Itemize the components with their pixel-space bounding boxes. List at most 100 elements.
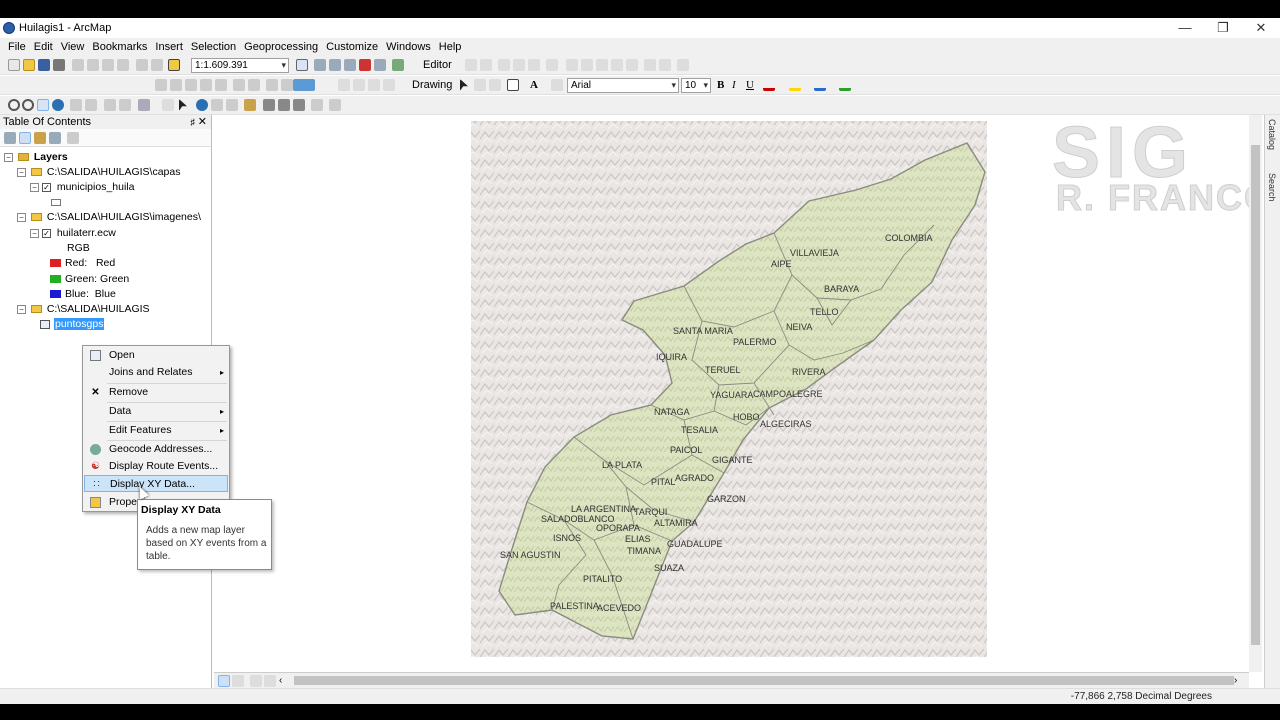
layout-tool-12-icon[interactable] [368, 79, 380, 91]
open-folder-icon[interactable] [23, 59, 35, 71]
map-scale-combo[interactable]: 1:1.609.391 [191, 58, 289, 73]
list-by-visibility-icon[interactable] [34, 132, 46, 144]
toc-close-icon[interactable]: ✕ [198, 115, 207, 129]
list-by-source-icon[interactable] [19, 132, 31, 144]
layers-root[interactable]: − Layers [4, 150, 68, 165]
layout-tool-6-icon[interactable] [233, 79, 245, 91]
back-extent-icon[interactable] [104, 99, 116, 111]
catalog-tab[interactable]: Catalog [1267, 119, 1277, 150]
layer-huilaterr[interactable]: − ✓ huilaterr.ecw [30, 226, 116, 241]
bold-button[interactable]: B [717, 79, 724, 91]
menu-item-display-xy-data[interactable]: ∷ Display XY Data... [84, 475, 228, 492]
marker-color-icon[interactable] [839, 79, 851, 91]
html-popup-icon[interactable] [226, 99, 238, 111]
forward-extent-icon[interactable] [119, 99, 131, 111]
collapse-icon[interactable]: − [17, 212, 26, 222]
menu-item-remove[interactable]: ✕ Remove [84, 384, 228, 401]
zoom-whole-page-icon[interactable] [489, 79, 501, 91]
select-features-icon[interactable] [138, 99, 150, 111]
fixed-zoom-out-icon[interactable] [85, 99, 97, 111]
list-by-drawing-order-icon[interactable] [4, 132, 16, 144]
straight-segment-icon[interactable] [498, 59, 510, 71]
menu-edit[interactable]: Edit [34, 41, 53, 53]
editor-menu[interactable]: Editor [423, 59, 452, 71]
add-data-icon[interactable] [168, 59, 180, 71]
layout-tool-11-icon[interactable] [353, 79, 365, 91]
menu-item-route-events[interactable]: ☯ Display Route Events... [84, 458, 228, 475]
selected-table-name[interactable]: puntosgps [54, 318, 105, 330]
table-of-contents-icon[interactable] [314, 59, 326, 71]
menu-file[interactable]: File [8, 41, 26, 53]
layout-tool-2-icon[interactable] [170, 79, 182, 91]
rectangle-icon[interactable] [507, 79, 519, 91]
band-blue[interactable]: Blue: Blue [50, 287, 116, 302]
cut-polygons-icon[interactable] [611, 59, 623, 71]
identify-icon[interactable] [196, 99, 208, 111]
cut-icon[interactable] [72, 59, 84, 71]
modelbuilder-icon[interactable] [392, 59, 404, 71]
clear-selection-icon[interactable] [162, 99, 174, 111]
layout-tool-13-icon[interactable] [383, 79, 395, 91]
editor-toolbar-toggle-icon[interactable] [296, 59, 308, 71]
scrollbar-thumb[interactable] [1251, 145, 1260, 645]
menu-item-data[interactable]: Data ▸ [84, 403, 228, 420]
source-folder-huilagis[interactable]: − C:\SALIDA\HUILAGIS [17, 302, 150, 317]
pin-icon[interactable]: ♯ [191, 115, 196, 129]
pan-icon[interactable] [37, 99, 49, 111]
measure-icon[interactable] [244, 99, 256, 111]
menu-geoprocessing[interactable]: Geoprocessing [244, 41, 318, 53]
edit-vertices-icon[interactable] [551, 79, 563, 91]
font-color-icon[interactable] [763, 79, 775, 91]
layout-tool-7-icon[interactable] [248, 79, 260, 91]
menu-item-joins-relates[interactable]: Joins and Relates ▸ [84, 364, 228, 381]
horizontal-scrollbar-thumb[interactable] [294, 676, 1234, 685]
table-puntosgps[interactable]: puntosgps [40, 317, 105, 332]
select-elements-pointer-icon[interactable] [179, 99, 187, 111]
menu-view[interactable]: View [61, 41, 85, 53]
fixed-zoom-in-icon[interactable] [70, 99, 82, 111]
delete-icon[interactable] [117, 59, 129, 71]
point-icon[interactable] [546, 59, 558, 71]
menu-windows[interactable]: Windows [386, 41, 431, 53]
menu-customize[interactable]: Customize [326, 41, 378, 53]
catalog-window-icon[interactable] [329, 59, 341, 71]
line-color-icon[interactable] [814, 79, 826, 91]
close-button[interactable]: ✕ [1242, 18, 1280, 38]
attributes-icon[interactable] [644, 59, 656, 71]
layout-tool-5-icon[interactable] [215, 79, 227, 91]
underline-button[interactable]: U [746, 79, 754, 91]
redo-icon[interactable] [151, 59, 163, 71]
text-tool-icon[interactable]: A [530, 79, 538, 91]
menu-bookmarks[interactable]: Bookmarks [92, 41, 147, 53]
source-folder-imagenes[interactable]: − C:\SALIDA\HUILAGIS\imagenes\ [17, 210, 201, 225]
source-folder-capas[interactable]: − C:\SALIDA\HUILAGIS\capas [17, 165, 180, 180]
search-tab[interactable]: Search [1267, 173, 1277, 202]
sketch-properties-icon[interactable] [659, 59, 671, 71]
layout-tool-8-icon[interactable] [266, 79, 278, 91]
undo-icon[interactable] [136, 59, 148, 71]
collapse-icon[interactable]: − [17, 304, 26, 314]
full-extent-icon[interactable] [52, 99, 64, 111]
menu-insert[interactable]: Insert [155, 41, 183, 53]
create-viewer-window-icon[interactable] [329, 99, 341, 111]
search-window-icon[interactable] [344, 59, 356, 71]
zoom-out-icon[interactable] [22, 99, 34, 111]
layer-visibility-checkbox[interactable]: ✓ [41, 182, 51, 192]
menu-item-edit-features[interactable]: Edit Features ▸ [84, 422, 228, 439]
menu-selection[interactable]: Selection [191, 41, 236, 53]
restore-button[interactable]: ❐ [1204, 18, 1242, 38]
scroll-left-icon[interactable]: ‹ [279, 675, 291, 687]
python-window-icon[interactable] [374, 59, 386, 71]
reshape-icon[interactable] [626, 59, 638, 71]
minimize-button[interactable]: — [1166, 18, 1204, 38]
scroll-right-icon[interactable]: › [1234, 675, 1246, 687]
go-to-xy-icon[interactable] [293, 99, 305, 111]
edit-annotation-icon[interactable] [480, 59, 492, 71]
collapse-icon[interactable]: − [4, 152, 13, 162]
menu-item-geocode[interactable]: Geocode Addresses... [84, 441, 228, 458]
menu-item-open[interactable]: Open [84, 347, 228, 364]
map-display[interactable]: COLOMBIA VILLAVIEJA AIPE BARAYA TELLO NE… [214, 113, 1273, 672]
find-icon[interactable] [263, 99, 275, 111]
new-document-icon[interactable] [8, 59, 20, 71]
rotate-element-icon[interactable] [474, 79, 486, 91]
